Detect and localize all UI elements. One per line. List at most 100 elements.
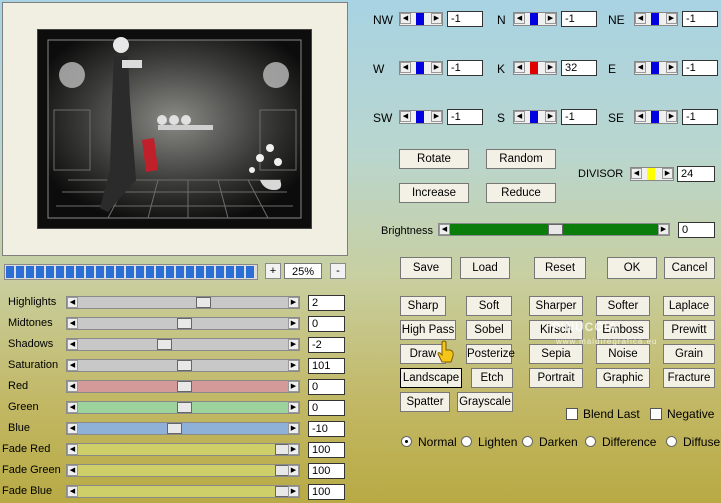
fade-green-slider[interactable]: ◀ ▶ <box>66 464 300 477</box>
kernel-w-slider[interactable]: ◀ ▶ <box>399 61 443 75</box>
slider-right-arrow-icon[interactable]: ▶ <box>431 13 442 24</box>
load-button[interactable]: Load <box>460 257 510 279</box>
divisor-field[interactable]: 24 <box>677 166 715 182</box>
negative-checkbox[interactable] <box>650 408 662 420</box>
rotate-button[interactable]: Rotate <box>399 149 469 169</box>
kernel-w-field[interactable]: -1 <box>447 60 483 76</box>
highlights-slider[interactable]: ◀ ▶ <box>66 296 300 309</box>
reset-button[interactable]: Reset <box>534 257 586 279</box>
preset-grain-button[interactable]: Grain <box>663 344 715 364</box>
preset-posterize-button[interactable]: Posterize <box>466 344 515 364</box>
preset-softer-button[interactable]: Softer <box>596 296 650 316</box>
slider-right-arrow-icon[interactable]: ▶ <box>431 62 442 73</box>
kernel-k-field[interactable]: 32 <box>561 60 597 76</box>
fade-green-field[interactable]: 100 <box>308 463 345 479</box>
slider-right-arrow-icon[interactable]: ▶ <box>288 486 299 497</box>
fade-blue-field[interactable]: 100 <box>308 484 345 500</box>
brightness-slider[interactable]: ◀ ▶ <box>438 223 670 236</box>
slider-right-arrow-icon[interactable]: ▶ <box>545 13 556 24</box>
preset-spatter-button[interactable]: Spatter <box>400 392 450 412</box>
kernel-se-slider[interactable]: ◀ ▶ <box>634 110 678 124</box>
kernel-sw-slider[interactable]: ◀ ▶ <box>399 110 443 124</box>
blue-field[interactable]: -10 <box>308 421 345 437</box>
slider-right-arrow-icon[interactable]: ▶ <box>288 360 299 371</box>
preset-etch-button[interactable]: Etch <box>471 368 513 388</box>
kernel-s-slider-thumb[interactable] <box>530 111 538 123</box>
brightness-field[interactable]: 0 <box>678 222 715 238</box>
slider-left-arrow-icon[interactable]: ◀ <box>67 444 78 455</box>
midtones-slider[interactable]: ◀ ▶ <box>66 317 300 330</box>
kernel-ne-slider[interactable]: ◀ ▶ <box>634 12 678 26</box>
preset-prewitt-button[interactable]: Prewitt <box>663 320 715 340</box>
slider-left-arrow-icon[interactable]: ◀ <box>631 168 642 179</box>
zoom-in-button[interactable]: + <box>265 263 281 279</box>
kernel-s-field[interactable]: -1 <box>561 109 597 125</box>
slider-left-arrow-icon[interactable]: ◀ <box>400 111 411 122</box>
mode-difference-radio[interactable] <box>585 436 596 447</box>
slider-right-arrow-icon[interactable]: ▶ <box>288 381 299 392</box>
slider-left-arrow-icon[interactable]: ◀ <box>635 13 646 24</box>
slider-right-arrow-icon[interactable]: ▶ <box>666 62 677 73</box>
slider-right-arrow-icon[interactable]: ▶ <box>288 465 299 476</box>
preset-noise-button[interactable]: Noise <box>596 344 650 364</box>
highlights-slider-thumb[interactable] <box>196 297 211 308</box>
slider-left-arrow-icon[interactable]: ◀ <box>67 297 78 308</box>
save-button[interactable]: Save <box>400 257 452 279</box>
slider-left-arrow-icon[interactable]: ◀ <box>400 62 411 73</box>
preset-sobel-button[interactable]: Sobel <box>466 320 512 340</box>
divisor-slider[interactable]: ◀ ▶ <box>630 167 674 181</box>
kernel-se-slider-thumb[interactable] <box>651 111 659 123</box>
kernel-e-slider-thumb[interactable] <box>651 62 659 74</box>
shadows-slider-thumb[interactable] <box>157 339 172 350</box>
kernel-ne-field[interactable]: -1 <box>682 11 718 27</box>
highlights-field[interactable]: 2 <box>308 295 345 311</box>
kernel-sw-slider-thumb[interactable] <box>416 111 424 123</box>
slider-left-arrow-icon[interactable]: ◀ <box>635 111 646 122</box>
blend-last-checkbox[interactable] <box>566 408 578 420</box>
preset-landscape-button[interactable]: Landscape <box>400 368 462 388</box>
slider-left-arrow-icon[interactable]: ◀ <box>67 402 78 413</box>
divisor-slider-thumb[interactable] <box>647 168 655 180</box>
slider-left-arrow-icon[interactable]: ◀ <box>635 62 646 73</box>
blue-slider-thumb[interactable] <box>167 423 182 434</box>
kernel-sw-field[interactable]: -1 <box>447 109 483 125</box>
slider-right-arrow-icon[interactable]: ▶ <box>545 111 556 122</box>
zoom-out-button[interactable]: - <box>330 263 346 279</box>
slider-left-arrow-icon[interactable]: ◀ <box>67 423 78 434</box>
preset-grayscale-button[interactable]: Grayscale <box>457 392 513 412</box>
kernel-nw-field[interactable]: -1 <box>447 11 483 27</box>
red-slider[interactable]: ◀ ▶ <box>66 380 300 393</box>
fade-red-field[interactable]: 100 <box>308 442 345 458</box>
slider-left-arrow-icon[interactable]: ◀ <box>67 381 78 392</box>
brightness-slider-thumb[interactable] <box>548 224 563 235</box>
kernel-s-slider[interactable]: ◀ ▶ <box>513 110 557 124</box>
mode-lighten-radio[interactable] <box>461 436 472 447</box>
mode-darken-radio[interactable] <box>522 436 533 447</box>
fade-red-slider[interactable]: ◀ ▶ <box>66 443 300 456</box>
kernel-se-field[interactable]: -1 <box>682 109 718 125</box>
green-field[interactable]: 0 <box>308 400 345 416</box>
random-button[interactable]: Random <box>486 149 556 169</box>
slider-left-arrow-icon[interactable]: ◀ <box>514 62 525 73</box>
slider-right-arrow-icon[interactable]: ▶ <box>431 111 442 122</box>
slider-right-arrow-icon[interactable]: ▶ <box>288 339 299 350</box>
slider-left-arrow-icon[interactable]: ◀ <box>67 318 78 329</box>
slider-right-arrow-icon[interactable]: ▶ <box>288 423 299 434</box>
kernel-nw-slider-thumb[interactable] <box>416 13 424 25</box>
reduce-button[interactable]: Reduce <box>486 183 556 203</box>
midtones-field[interactable]: 0 <box>308 316 345 332</box>
kernel-nw-slider[interactable]: ◀ ▶ <box>399 12 443 26</box>
preset-sepia-button[interactable]: Sepia <box>529 344 583 364</box>
preset-sharper-button[interactable]: Sharper <box>529 296 583 316</box>
preset-sharp-button[interactable]: Sharp <box>400 296 446 316</box>
slider-left-arrow-icon[interactable]: ◀ <box>67 360 78 371</box>
ok-button[interactable]: OK <box>607 257 657 279</box>
kernel-e-field[interactable]: -1 <box>682 60 718 76</box>
shadows-field[interactable]: -2 <box>308 337 345 353</box>
preset-high-pass-button[interactable]: High Pass <box>400 320 456 340</box>
kernel-ne-slider-thumb[interactable] <box>651 13 659 25</box>
green-slider[interactable]: ◀ ▶ <box>66 401 300 414</box>
mode-diffuse-radio[interactable] <box>666 436 677 447</box>
slider-right-arrow-icon[interactable]: ▶ <box>288 297 299 308</box>
slider-right-arrow-icon[interactable]: ▶ <box>288 444 299 455</box>
